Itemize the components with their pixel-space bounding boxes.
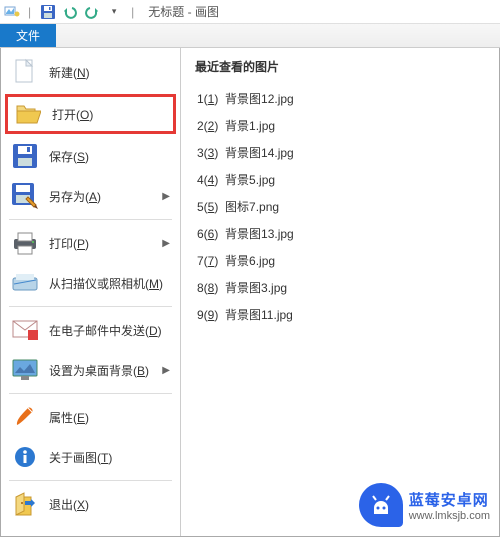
menu-save[interactable]: 保存(S) (1, 136, 180, 176)
file-menu-items: 新建(N) 打开(O) 保存(S) 另存为(A) ▶ 打 (1, 48, 181, 536)
recent-file-item[interactable]: 5(5) 图标7.png (195, 193, 485, 220)
menu-set-wallpaper[interactable]: 设置为桌面背景(B) ▶ (1, 350, 180, 390)
menu-separator (9, 393, 172, 394)
watermark: 蓝莓安卓网 www.lmksjb.com (359, 483, 490, 527)
redo-icon[interactable] (83, 3, 101, 21)
menu-scanner-label: 从扫描仪或照相机(M) (49, 275, 163, 292)
watermark-title: 蓝莓安卓网 (409, 489, 490, 510)
ribbon-tabs: 文件 (0, 24, 500, 48)
menu-new-label: 新建(N) (49, 64, 90, 81)
menu-open[interactable]: 打开(O) (5, 94, 176, 134)
menu-separator (9, 306, 172, 307)
properties-icon (11, 403, 39, 431)
recent-file-item[interactable]: 2(2) 背景1.jpg (195, 112, 485, 139)
recent-files-header: 最近查看的图片 (195, 58, 485, 75)
title-bar: | ▾ | 无标题 - 画图 (0, 0, 500, 24)
menu-separator (9, 219, 172, 220)
menu-print[interactable]: 打印(P) ▶ (1, 223, 180, 263)
menu-properties-label: 属性(E) (49, 409, 89, 426)
menu-save-as-label: 另存为(A) (49, 188, 101, 205)
menu-print-label: 打印(P) (49, 235, 89, 252)
menu-save-as[interactable]: 另存为(A) ▶ (1, 176, 180, 216)
app-logo-icon (4, 4, 20, 20)
chevron-right-icon: ▶ (162, 365, 170, 376)
menu-properties[interactable]: 属性(E) (1, 397, 180, 437)
watermark-url: www.lmksjb.com (409, 510, 490, 522)
menu-about[interactable]: 关于画图(T) (1, 437, 180, 477)
menu-save-label: 保存(S) (49, 148, 89, 165)
menu-about-label: 关于画图(T) (49, 449, 112, 466)
file-menu: 新建(N) 打开(O) 保存(S) 另存为(A) ▶ 打 (0, 48, 500, 537)
recent-file-item[interactable]: 3(3) 背景图14.jpg (195, 139, 485, 166)
customize-qat-icon[interactable]: ▾ (105, 3, 123, 21)
recent-file-item[interactable]: 6(6) 背景图13.jpg (195, 220, 485, 247)
recent-file-item[interactable]: 8(8) 背景图3.jpg (195, 274, 485, 301)
save-as-icon (11, 182, 39, 210)
menu-open-label: 打开(O) (52, 106, 93, 123)
exit-icon (11, 490, 39, 518)
about-icon (11, 443, 39, 471)
chevron-right-icon: ▶ (162, 238, 170, 249)
save-menu-icon (11, 142, 39, 170)
chevron-right-icon: ▶ (162, 191, 170, 202)
undo-icon[interactable] (61, 3, 79, 21)
menu-email-label: 在电子邮件中发送(D) (49, 322, 162, 339)
menu-new[interactable]: 新建(N) (1, 52, 180, 92)
window-title: 无标题 - 画图 (148, 3, 219, 20)
qat-separator: | (28, 5, 31, 19)
recent-file-item[interactable]: 4(4) 背景5.jpg (195, 166, 485, 193)
title-separator: | (131, 5, 134, 19)
print-icon (11, 229, 39, 257)
tab-file[interactable]: 文件 (0, 24, 56, 47)
recent-file-item[interactable]: 1(1) 背景图12.jpg (195, 85, 485, 112)
save-icon[interactable] (39, 3, 57, 21)
menu-wallpaper-label: 设置为桌面背景(B) (49, 362, 149, 379)
recent-file-item[interactable]: 7(7) 背景6.jpg (195, 247, 485, 274)
menu-separator (9, 480, 172, 481)
menu-exit[interactable]: 退出(X) (1, 484, 180, 524)
menu-from-scanner[interactable]: 从扫描仪或照相机(M) (1, 263, 180, 303)
menu-exit-label: 退出(X) (49, 496, 89, 513)
menu-send-email[interactable]: 在电子邮件中发送(D) (1, 310, 180, 350)
recent-files-panel: 最近查看的图片 1(1) 背景图12.jpg2(2) 背景1.jpg3(3) 背… (181, 48, 499, 536)
recent-files-list: 1(1) 背景图12.jpg2(2) 背景1.jpg3(3) 背景图14.jpg… (195, 85, 485, 328)
new-icon (11, 58, 39, 86)
email-icon (11, 316, 39, 344)
wallpaper-icon (11, 356, 39, 384)
recent-file-item[interactable]: 9(9) 背景图11.jpg (195, 301, 485, 328)
scanner-icon (11, 269, 39, 297)
open-icon (14, 100, 42, 128)
watermark-logo-icon (359, 483, 403, 527)
